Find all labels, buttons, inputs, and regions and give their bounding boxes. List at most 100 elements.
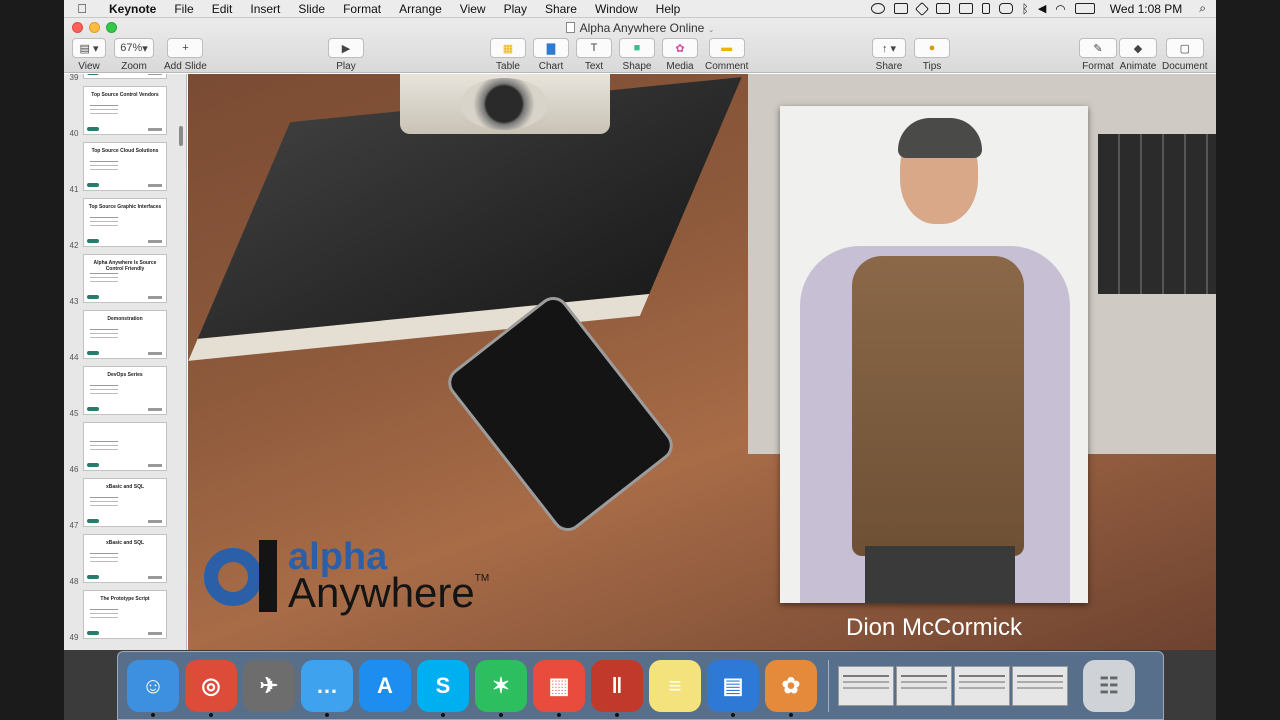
comment-icon[interactable]: ▬: [708, 38, 745, 58]
menu-help[interactable]: Help: [647, 2, 690, 16]
slide-thumbnail-row[interactable]: 39: [64, 74, 174, 82]
tips-tool[interactable]: ● Tips: [914, 38, 950, 72]
slide-thumbnail[interactable]: Top Source Graphic Interfaces: [83, 198, 167, 247]
slide-thumbnail-row[interactable]: DevOps Series 45: [64, 366, 174, 418]
menu-clock[interactable]: Wed 1:08 PM: [1110, 2, 1182, 16]
slide-thumbnail-row[interactable]: Demonstration 44: [64, 310, 174, 362]
text-tool[interactable]: T Text: [576, 38, 612, 72]
document-tool[interactable]: ▢ Document: [1162, 38, 1208, 72]
slide-thumbnail[interactable]: The Prototype Script: [83, 590, 167, 639]
zoom-tool[interactable]: 67% ▾ Zoom: [114, 38, 154, 72]
media-tool[interactable]: ✿ Media: [662, 38, 698, 72]
table-tool[interactable]: ▦ Table: [490, 38, 526, 72]
format-tool[interactable]: ✎ Format: [1079, 38, 1117, 72]
slide-navigator[interactable]: 39 Top Source Control Vendors 40 Top Source…: [64, 74, 187, 650]
search-icon[interactable]: ⌕: [1199, 1, 1206, 16]
dock-keynote-icon[interactable]: ▤: [707, 659, 759, 717]
animate-tool[interactable]: ◆ Animate: [1119, 38, 1157, 72]
speaker-name[interactable]: Dion McCormick: [780, 614, 1088, 642]
bluetooth-icon[interactable]: ᛒ: [1022, 2, 1029, 16]
slide-thumbnail-row[interactable]: 46: [64, 422, 174, 474]
slide-thumbnail-row[interactable]: xBasic and SQL 48: [64, 534, 174, 586]
document-title[interactable]: Alpha Anywhere Online ⌄: [64, 21, 1216, 35]
menu-window[interactable]: Window: [586, 2, 647, 16]
menu-arrange[interactable]: Arrange: [390, 2, 451, 16]
menu-format[interactable]: Format: [334, 2, 390, 16]
plus-icon[interactable]: +: [167, 38, 204, 58]
dock-launchpad-icon[interactable]: ✈: [243, 659, 295, 712]
chart-tool[interactable]: ▇ Chart: [533, 38, 569, 72]
creative-cloud-icon[interactable]: [870, 3, 885, 14]
dock-messages-icon[interactable]: …: [301, 659, 353, 717]
screen-icon[interactable]: [893, 3, 908, 14]
menu-file[interactable]: File: [165, 2, 202, 16]
slide-thumbnail-row[interactable]: Top Source Cloud Solutions 41: [64, 142, 174, 194]
speaker-photo[interactable]: [780, 106, 1088, 603]
slide-thumbnail-row[interactable]: Alpha Anywhere Is Source Control Friendl…: [64, 254, 174, 306]
dropbox-icon[interactable]: [914, 1, 929, 16]
menu-play[interactable]: Play: [495, 2, 536, 16]
menu-edit[interactable]: Edit: [203, 2, 242, 16]
dock-app-store-icon[interactable]: A: [359, 659, 411, 712]
dock-microsoft-office-icon[interactable]: ▦: [533, 659, 585, 717]
slide-thumbnail[interactable]: xBasic and SQL: [83, 478, 167, 527]
slide-thumbnail[interactable]: Top Source Control Vendors: [83, 86, 167, 135]
dock-notes-icon[interactable]: ≡: [649, 659, 701, 712]
dock-evernote-icon[interactable]: ✶: [475, 659, 527, 717]
camera-icon[interactable]: [958, 3, 973, 14]
view-tool[interactable]: ▤ ▾ View: [72, 38, 106, 72]
shape-icon[interactable]: ■: [619, 38, 655, 58]
play-tool[interactable]: ▶ Play: [328, 38, 364, 72]
navigator-scrollbar[interactable]: [179, 126, 183, 146]
chart-icon[interactable]: ▇: [533, 38, 569, 58]
play-icon[interactable]: ▶: [328, 38, 364, 58]
slide-thumbnail-row[interactable]: xBasic and SQL 47: [64, 478, 174, 530]
paintbrush-icon[interactable]: ✎: [1079, 38, 1117, 58]
menu-keynote[interactable]: Keynote: [100, 2, 165, 16]
minimized-window-thumbnail[interactable]: [1012, 665, 1068, 706]
apple-menu-icon[interactable]: : [64, 1, 100, 16]
slide-canvas[interactable]: alpha AnywhereTM Dion McCormick: [188, 74, 1216, 650]
minimized-window-thumbnail[interactable]: [838, 665, 894, 706]
bookmark-icon[interactable]: [981, 3, 990, 14]
slide-thumbnail[interactable]: Demonstration: [83, 310, 167, 359]
slide-thumbnail-row[interactable]: Top Source Graphic Interfaces 42: [64, 198, 174, 250]
media-icon[interactable]: ✿: [662, 38, 698, 58]
upload-icon[interactable]: [935, 3, 950, 14]
dock-alpha-anywhere-icon[interactable]: ✿: [765, 659, 817, 717]
dock-chrome-icon[interactable]: ◎: [185, 659, 237, 717]
slide-thumbnail-row[interactable]: The Prototype Script 49: [64, 590, 174, 642]
shape-tool[interactable]: ■ Shape: [619, 38, 655, 72]
wifi-icon[interactable]: ◠: [1055, 2, 1065, 16]
dock-trash-icon[interactable]: ☷: [1083, 659, 1135, 712]
dock-finder-icon[interactable]: ☺: [127, 659, 179, 717]
slide-thumbnail[interactable]: [83, 422, 167, 471]
document-icon[interactable]: ▢: [1165, 38, 1204, 58]
slide-thumbnail[interactable]: xBasic and SQL: [83, 534, 167, 583]
battery-icon[interactable]: [1074, 3, 1095, 14]
menu-view[interactable]: View: [451, 2, 495, 16]
share-icon[interactable]: ↑ ▾: [872, 38, 906, 58]
minimized-window-thumbnail[interactable]: [954, 665, 1010, 706]
add-slide-tool[interactable]: + Add Slide: [164, 38, 207, 72]
sidebar-icon[interactable]: ▤ ▾: [72, 38, 106, 58]
menu-share[interactable]: Share: [536, 2, 586, 16]
share-tool[interactable]: ↑ ▾ Share: [872, 38, 906, 72]
dock-parallels-icon[interactable]: ‖: [591, 659, 643, 717]
minimized-window-thumbnail[interactable]: [896, 665, 952, 706]
tips-icon[interactable]: ●: [914, 38, 950, 58]
menu-insert[interactable]: Insert: [241, 2, 289, 16]
slide-thumbnail[interactable]: [83, 74, 167, 79]
slide-thumbnail[interactable]: Alpha Anywhere Is Source Control Friendl…: [83, 254, 167, 303]
zoom-select[interactable]: 67% ▾: [114, 38, 154, 58]
slide-thumbnail-row[interactable]: Top Source Control Vendors 40: [64, 86, 174, 138]
slide-thumbnail[interactable]: Top Source Cloud Solutions: [83, 142, 167, 191]
text-icon[interactable]: T: [576, 38, 612, 58]
dock-skype-icon[interactable]: S: [417, 659, 469, 717]
menu-slide[interactable]: Slide: [289, 2, 334, 16]
volume-icon[interactable]: ◀: [1038, 2, 1046, 15]
alpha-anywhere-logo[interactable]: alpha AnywhereTM: [204, 538, 489, 614]
comment-tool[interactable]: ▬ Comment: [705, 38, 748, 72]
table-icon[interactable]: ▦: [490, 38, 526, 58]
slide-thumbnail[interactable]: DevOps Series: [83, 366, 167, 415]
